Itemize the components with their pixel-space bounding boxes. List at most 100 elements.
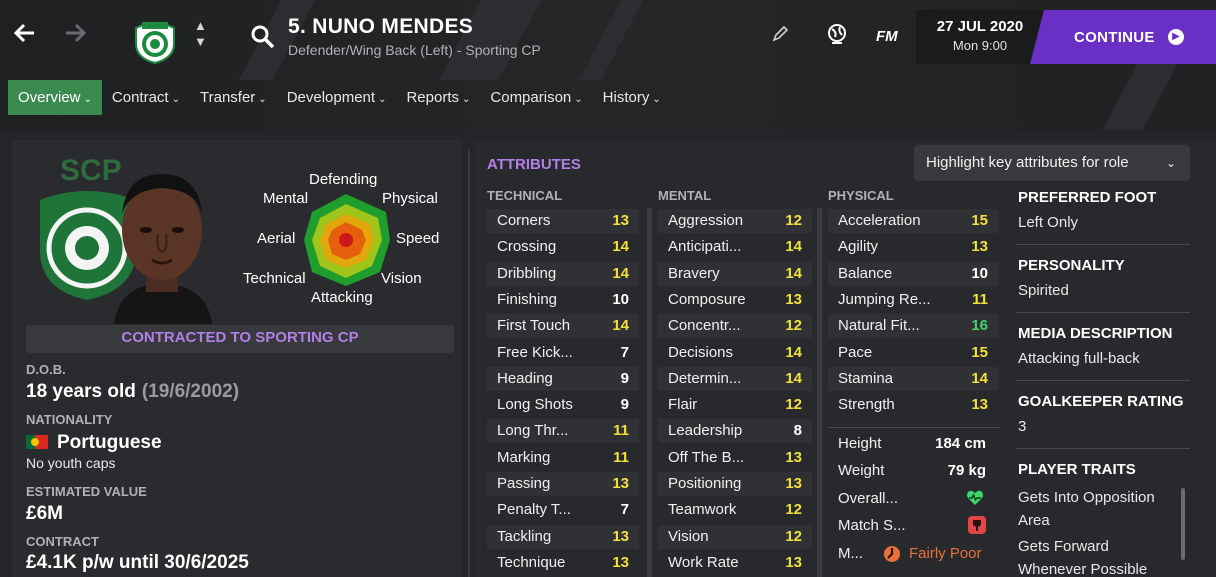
trait-item[interactable]: Gets Forward xyxy=(1018,538,1109,555)
attribute-row-technical[interactable]: Crossing 14 xyxy=(487,235,639,259)
attribute-row-technical[interactable]: Penalty T... 7 xyxy=(487,498,639,522)
attribute-row-mental[interactable]: Leadership 8 xyxy=(658,419,812,444)
nationality-value[interactable]: Portuguese xyxy=(26,432,162,454)
attribute-row-physical[interactable]: Pace 15 xyxy=(828,341,998,365)
attribute-row-mental[interactable]: Aggression 12 xyxy=(658,209,812,233)
attribute-row-mental[interactable]: Determin... 14 xyxy=(658,366,812,391)
attribute-row-technical[interactable]: Marking 11 xyxy=(487,446,639,470)
chevron-down-icon[interactable]: ▼ xyxy=(194,34,207,50)
tab-development[interactable]: Development ⌄ xyxy=(277,80,397,115)
attribute-row-physical[interactable]: Balance 10 xyxy=(828,261,998,286)
tab-overview[interactable]: Overview ⌄ xyxy=(8,80,102,115)
attribute-row-technical[interactable]: Technique 13 xyxy=(487,551,639,575)
attribute-row-physical[interactable]: Acceleration 15 xyxy=(828,209,998,233)
attribute-name: Heading xyxy=(497,369,553,387)
attribute-row-physical[interactable]: Stamina 14 xyxy=(828,366,998,391)
attribute-value: 7 xyxy=(620,501,629,519)
heart-icon[interactable] xyxy=(966,489,984,507)
attribute-value: 14 xyxy=(785,343,802,361)
attribute-name: Passing xyxy=(497,475,551,492)
attribute-value: 13 xyxy=(612,527,629,545)
traits-scrollbar[interactable] xyxy=(1181,488,1185,560)
radar-label-speed: Speed xyxy=(396,230,440,247)
attribute-row-mental[interactable]: Flair 12 xyxy=(658,393,812,417)
attribute-name: Aggression xyxy=(668,212,744,229)
attribute-value: 13 xyxy=(785,290,802,308)
attribute-value: 8 xyxy=(793,422,802,440)
personality-label: PERSONALITY xyxy=(1018,257,1125,274)
mental-header: MENTAL xyxy=(658,188,712,203)
attribute-row-physical[interactable]: Jumping Re... 11 xyxy=(828,288,998,312)
attribute-row-mental[interactable]: Vision 12 xyxy=(658,524,812,549)
player-portrait xyxy=(100,162,224,324)
attribute-row-technical[interactable]: Tackling 13 xyxy=(487,524,639,549)
player-profile-screen: ▲ ▼ 5. NUNO MENDES Defender/Wing Back (L… xyxy=(0,0,1216,577)
attribute-row-mental[interactable]: Composure 13 xyxy=(658,288,812,312)
player-switch-arrows[interactable]: ▲ ▼ xyxy=(194,18,207,50)
attribute-row-technical[interactable]: Long Shots 9 xyxy=(487,393,639,417)
attribute-row-technical[interactable]: Free Kick... 7 xyxy=(487,341,639,365)
tab-contract[interactable]: Contract ⌄ xyxy=(102,80,190,115)
attribute-value: 14 xyxy=(612,264,629,282)
attribute-value: 11 xyxy=(972,290,988,308)
highlight-role-dropdown[interactable]: Highlight key attributes for role ⌄ xyxy=(914,145,1190,181)
attribute-value: 13 xyxy=(612,553,629,571)
weight-label: Weight xyxy=(838,462,885,479)
player-traits-label: PLAYER TRAITS xyxy=(1018,461,1136,478)
attribute-value: 14 xyxy=(785,264,802,282)
back-arrow-icon[interactable] xyxy=(12,20,38,53)
column-separator xyxy=(817,208,822,577)
attribute-name: Decisions xyxy=(668,343,734,361)
search-icon[interactable] xyxy=(250,24,276,50)
chevron-down-icon: ⌄ xyxy=(574,94,583,105)
attribute-row-technical[interactable]: Passing 13 xyxy=(487,472,639,496)
pencil-icon[interactable] xyxy=(772,25,789,47)
trait-item[interactable]: Area xyxy=(1018,512,1050,529)
chevron-up-icon[interactable]: ▲ xyxy=(194,18,207,34)
chevron-down-icon: ⌄ xyxy=(258,94,267,105)
attribute-row-mental[interactable]: Anticipati... 14 xyxy=(658,235,812,259)
attribute-name: Determin... xyxy=(668,369,742,387)
match-sharpness-icon[interactable] xyxy=(968,516,986,534)
attribute-value: 16 xyxy=(971,317,988,335)
tab-reports[interactable]: Reports ⌄ xyxy=(396,80,480,115)
attribute-row-mental[interactable]: Work Rate 13 xyxy=(658,551,812,575)
contract-value: £4.1K p/w until 30/6/2025 xyxy=(26,552,249,573)
attribute-row-mental[interactable]: Decisions 14 xyxy=(658,341,812,365)
attribute-name: Balance xyxy=(838,264,893,282)
attribute-value: 14 xyxy=(612,238,629,256)
attribute-name: Work Rate xyxy=(668,553,739,571)
trait-item[interactable]: Whenever Possible xyxy=(1018,561,1147,577)
globe-icon[interactable] xyxy=(826,23,848,50)
chevron-down-icon: ⌄ xyxy=(378,94,387,105)
attribute-value: 15 xyxy=(971,343,988,361)
continue-button[interactable]: CONTINUE ▶ xyxy=(1030,10,1216,64)
attribute-row-physical[interactable]: Agility 13 xyxy=(828,235,998,259)
tab-transfer[interactable]: Transfer ⌄ xyxy=(190,80,277,115)
attribute-row-technical[interactable]: Long Thr... 11 xyxy=(487,419,639,444)
attribute-row-technical[interactable]: Dribbling 14 xyxy=(487,261,639,286)
attribute-row-technical[interactable]: First Touch 14 xyxy=(487,314,639,339)
tab-history[interactable]: History ⌄ xyxy=(593,80,671,115)
attribute-row-mental[interactable]: Positioning 13 xyxy=(658,472,812,496)
fm-logo[interactable]: FM xyxy=(876,28,898,45)
tab-comparison[interactable]: Comparison ⌄ xyxy=(480,80,592,115)
attribute-row-mental[interactable]: Teamwork 12 xyxy=(658,498,812,522)
physical-header: PHYSICAL xyxy=(828,188,894,203)
attribute-row-physical[interactable]: Natural Fit... 16 xyxy=(828,314,998,339)
morale-icon[interactable] xyxy=(882,544,902,564)
forward-arrow-icon[interactable] xyxy=(62,20,88,53)
tab-bar: Overview ⌄ Contract ⌄ Transfer ⌄ Developmen… xyxy=(8,80,671,115)
attribute-name: Marking xyxy=(497,448,551,466)
attribute-row-technical[interactable]: Heading 9 xyxy=(487,366,639,391)
attribute-value: 13 xyxy=(612,212,629,229)
attribute-name: Penalty T... xyxy=(497,501,571,519)
club-crest-icon[interactable] xyxy=(132,16,178,65)
attribute-row-technical[interactable]: Finishing 10 xyxy=(487,288,639,312)
attribute-row-technical[interactable]: Corners 13 xyxy=(487,209,639,233)
attribute-row-mental[interactable]: Bravery 14 xyxy=(658,261,812,286)
attribute-row-mental[interactable]: Concentr... 12 xyxy=(658,314,812,339)
attribute-row-mental[interactable]: Off The B... 13 xyxy=(658,446,812,470)
attribute-row-physical[interactable]: Strength 13 xyxy=(828,393,998,417)
trait-item[interactable]: Gets Into Opposition xyxy=(1018,489,1155,506)
